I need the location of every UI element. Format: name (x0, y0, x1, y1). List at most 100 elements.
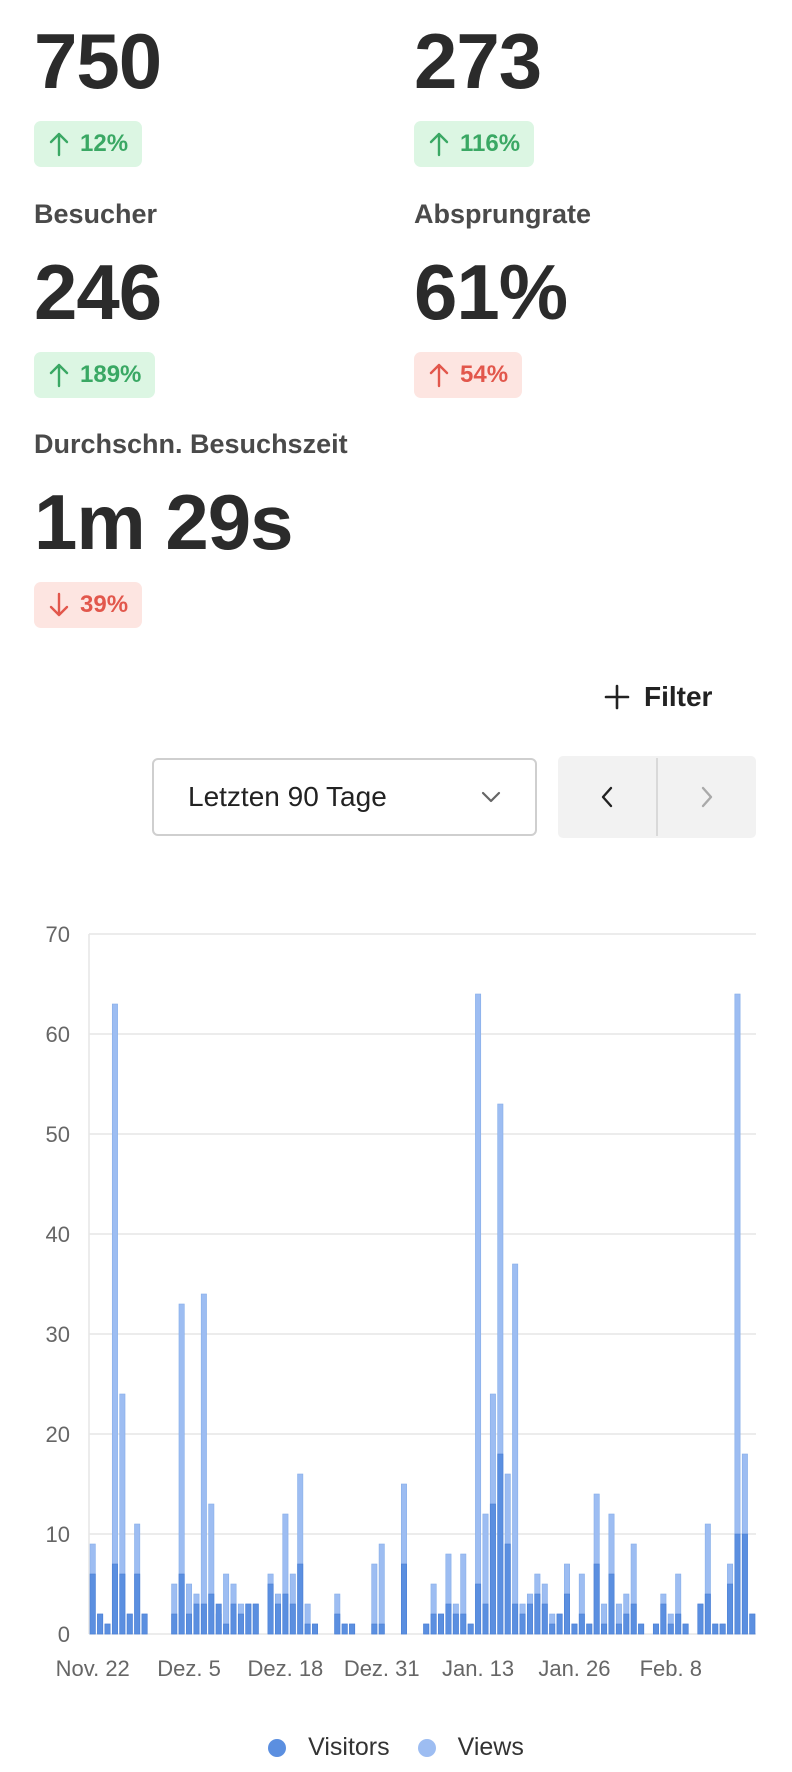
bar-visitors[interactable] (178, 1573, 185, 1635)
filter-button-label: Filter (644, 681, 713, 712)
change-badge: 116% (414, 121, 535, 167)
bar-visitors[interactable] (497, 1453, 504, 1635)
bar-visitors[interactable] (237, 1613, 244, 1635)
bar-visitors[interactable] (682, 1623, 689, 1635)
bar-visitors[interactable] (512, 1603, 519, 1635)
legend-item-views[interactable]: Views (417, 1733, 524, 1762)
bar-visitors[interactable] (104, 1623, 111, 1635)
bar-visitors[interactable] (423, 1623, 430, 1635)
bar-visitors[interactable] (200, 1603, 207, 1635)
bar-visitors[interactable] (119, 1573, 126, 1635)
bar-visitors[interactable] (223, 1623, 230, 1635)
bar-visitors[interactable] (704, 1593, 711, 1635)
chevron-left-icon (601, 786, 613, 808)
bar-visitors[interactable] (749, 1613, 756, 1635)
bar-visitors[interactable] (171, 1613, 178, 1635)
bar-visitors[interactable] (304, 1623, 311, 1635)
bar-visitors[interactable] (652, 1623, 659, 1635)
bar-visitors[interactable] (126, 1613, 133, 1635)
bar-visitors[interactable] (734, 1533, 741, 1635)
bar-visitors[interactable] (215, 1603, 222, 1635)
bar-visitors[interactable] (334, 1613, 341, 1635)
bar-views[interactable] (512, 1263, 519, 1635)
x-tick-label: Nov. 22 (56, 1656, 130, 1681)
bar-visitors[interactable] (275, 1603, 281, 1635)
arrow-up-icon (49, 132, 69, 157)
bar-views[interactable] (371, 1563, 378, 1635)
bar-visitors[interactable] (97, 1613, 104, 1635)
bar-visitors[interactable] (89, 1573, 96, 1635)
bar-visitors[interactable] (378, 1623, 385, 1635)
bar-views[interactable] (475, 993, 482, 1635)
bar-visitors[interactable] (445, 1603, 452, 1635)
bar-visitors[interactable] (623, 1613, 630, 1635)
bar-visitors[interactable] (430, 1613, 437, 1635)
bar-views[interactable] (378, 1543, 385, 1635)
bar-visitors[interactable] (608, 1573, 615, 1635)
metric-value: 273 (414, 17, 542, 105)
bar-visitors[interactable] (252, 1603, 259, 1635)
bar-visitors[interactable] (134, 1573, 141, 1635)
filter-button[interactable]: Filter (604, 675, 712, 719)
bar-visitors[interactable] (667, 1623, 674, 1635)
bar-visitors[interactable] (111, 1563, 118, 1635)
bar-visitors[interactable] (193, 1603, 200, 1635)
bar-visitors[interactable] (586, 1623, 593, 1635)
bar-visitors[interactable] (697, 1603, 704, 1635)
bar-visitors[interactable] (741, 1533, 748, 1635)
next-period-button[interactable] (658, 756, 756, 838)
bar-views[interactable] (111, 1003, 118, 1635)
bar-visitors[interactable] (556, 1613, 563, 1635)
change-badge: 12% (34, 121, 143, 167)
bar-visitors[interactable] (349, 1623, 356, 1635)
bar-visitors[interactable] (230, 1603, 237, 1635)
bar-visitors[interactable] (371, 1623, 378, 1635)
bar-visitors[interactable] (519, 1613, 526, 1635)
bar-visitors[interactable] (564, 1593, 570, 1635)
legend-item-visitors[interactable]: Visitors (268, 1733, 390, 1762)
bar-visitors[interactable] (208, 1593, 215, 1635)
bar-visitors[interactable] (475, 1583, 482, 1635)
bar-visitors[interactable] (401, 1563, 407, 1635)
bar-visitors[interactable] (526, 1603, 533, 1635)
bar-visitors[interactable] (341, 1623, 348, 1635)
bar-visitors[interactable] (438, 1613, 444, 1635)
bar-visitors[interactable] (638, 1623, 645, 1635)
bar-visitors[interactable] (482, 1603, 489, 1635)
bar-visitors[interactable] (186, 1613, 193, 1635)
bar-visitors[interactable] (630, 1603, 637, 1635)
bar-visitors[interactable] (549, 1623, 556, 1635)
bar-visitors[interactable] (312, 1623, 319, 1635)
previous-period-button[interactable] (558, 756, 656, 838)
bar-visitors[interactable] (245, 1603, 252, 1635)
bar-visitors[interactable] (297, 1563, 304, 1635)
y-tick-label: 40 (46, 1222, 70, 1247)
bar-visitors[interactable] (578, 1613, 585, 1635)
bar-visitors[interactable] (675, 1613, 682, 1635)
bar-visitors[interactable] (289, 1603, 296, 1635)
bar-visitors[interactable] (504, 1543, 511, 1635)
bar-visitors[interactable] (267, 1583, 274, 1635)
bar-views[interactable] (200, 1293, 207, 1635)
bar-visitors[interactable] (660, 1603, 667, 1635)
bar-visitors[interactable] (593, 1563, 600, 1635)
bar-visitors[interactable] (467, 1623, 474, 1635)
x-tick-label: Dez. 18 (247, 1656, 323, 1681)
bar-visitors[interactable] (712, 1623, 719, 1635)
bar-visitors[interactable] (489, 1503, 496, 1635)
bar-visitors[interactable] (615, 1623, 622, 1635)
bar-visitors[interactable] (460, 1613, 467, 1635)
date-range-select[interactable]: Letzten 90 Tage (152, 758, 537, 836)
bar-visitors[interactable] (601, 1623, 608, 1635)
bar-visitors[interactable] (282, 1593, 289, 1635)
bar-visitors[interactable] (141, 1613, 148, 1635)
x-tick-label: Jan. 13 (442, 1656, 514, 1681)
bar-visitors[interactable] (541, 1603, 548, 1635)
bar-visitors[interactable] (452, 1613, 459, 1635)
bar-visitors[interactable] (571, 1623, 578, 1635)
bar-visitors[interactable] (534, 1593, 541, 1635)
metric-bounce-rate: Absprungrate 61% 54% (414, 199, 591, 398)
metric-value: 1m 29s (34, 478, 294, 566)
bar-visitors[interactable] (719, 1623, 726, 1635)
bar-visitors[interactable] (727, 1583, 734, 1635)
